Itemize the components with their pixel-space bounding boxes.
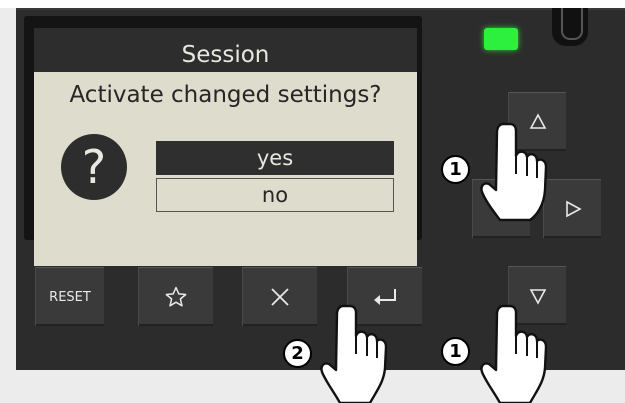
step-badge-down: 1 — [441, 337, 470, 366]
question-icon: ? — [61, 134, 127, 200]
right-button[interactable] — [543, 179, 601, 238]
hmi-figure: Session Activate changed settings? ? yes… — [0, 0, 625, 403]
option-yes[interactable]: yes — [156, 141, 394, 175]
pointing-hand-icon — [480, 304, 548, 403]
top-margin — [0, 0, 625, 8]
dialog-message: Activate changed settings? — [69, 82, 382, 108]
status-led — [484, 28, 518, 50]
right-triangle-icon — [565, 200, 582, 218]
connector-port — [552, 8, 588, 46]
option-no[interactable]: no — [156, 178, 394, 212]
display-screen: Session Activate changed settings? ? yes… — [34, 28, 417, 266]
cancel-button[interactable] — [242, 267, 317, 326]
pointing-hand-icon — [320, 304, 388, 403]
reset-button[interactable]: RESET — [35, 267, 104, 326]
x-icon — [271, 288, 289, 306]
star-icon — [165, 286, 187, 307]
step-badge-enter: 2 — [283, 339, 312, 368]
pointing-hand-icon — [480, 122, 548, 222]
dialog-title: Session — [181, 42, 270, 68]
reset-label: RESET — [49, 289, 91, 305]
favorite-button[interactable] — [138, 267, 213, 326]
step-badge-up: 1 — [441, 155, 470, 184]
